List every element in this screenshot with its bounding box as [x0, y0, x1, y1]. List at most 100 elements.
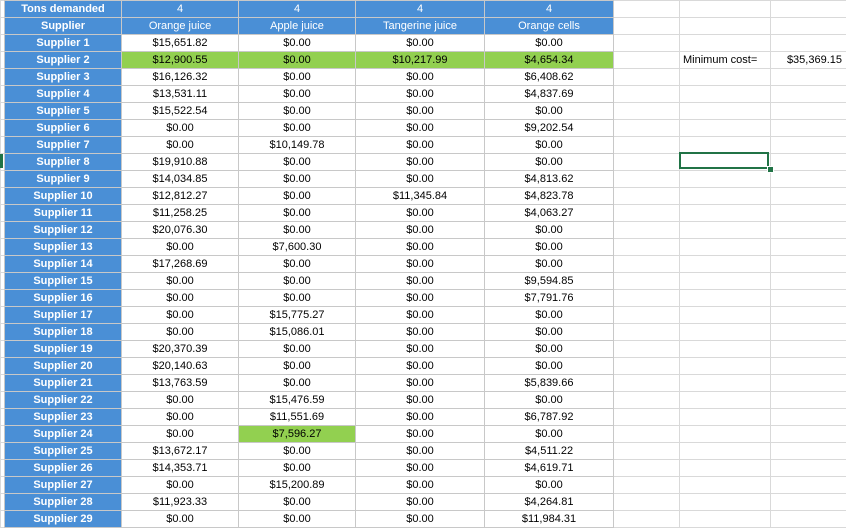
cost-cell[interactable]: $0.00 — [238, 374, 356, 392]
cost-cell[interactable]: $0.00 — [355, 221, 485, 239]
supplier-name-cell[interactable]: Supplier 12 — [4, 221, 122, 239]
cost-cell[interactable]: $0.00 — [238, 153, 356, 171]
cost-cell[interactable]: $0.00 — [484, 255, 614, 273]
cost-cell[interactable]: $0.00 — [121, 425, 239, 443]
tons-demanded-value[interactable]: 4 — [355, 0, 485, 18]
supplier-name-cell[interactable]: Supplier 8 — [4, 153, 122, 171]
cost-cell[interactable]: $15,522.54 — [121, 102, 239, 120]
supplier-name-cell[interactable]: Supplier 2 — [4, 51, 122, 69]
cost-cell[interactable]: $0.00 — [484, 357, 614, 375]
cost-cell[interactable]: $4,837.69 — [484, 85, 614, 103]
cost-cell[interactable]: $9,202.54 — [484, 119, 614, 137]
cost-cell[interactable]: $7,596.27 — [238, 425, 356, 443]
cost-cell[interactable]: $17,268.69 — [121, 255, 239, 273]
cost-cell[interactable]: $14,034.85 — [121, 170, 239, 188]
minimum-cost-value[interactable]: $35,369.15 — [772, 52, 842, 69]
supplier-name-cell[interactable]: Supplier 27 — [4, 476, 122, 494]
cost-cell[interactable]: $0.00 — [484, 391, 614, 409]
cost-cell[interactable]: $13,763.59 — [121, 374, 239, 392]
cost-cell[interactable]: $5,839.66 — [484, 374, 614, 392]
cost-cell[interactable]: $0.00 — [238, 170, 356, 188]
tons-demanded-value[interactable]: 4 — [484, 0, 614, 18]
supplier-name-cell[interactable]: Supplier 11 — [4, 204, 122, 222]
supplier-name-cell[interactable]: Supplier 28 — [4, 493, 122, 511]
cost-cell[interactable]: $12,812.27 — [121, 187, 239, 205]
supplier-name-cell[interactable]: Supplier 4 — [4, 85, 122, 103]
cost-cell[interactable]: $0.00 — [355, 170, 485, 188]
tons-demanded-label[interactable]: Tons demanded — [4, 0, 122, 18]
cost-cell[interactable]: $0.00 — [121, 391, 239, 409]
cost-cell[interactable]: $0.00 — [355, 153, 485, 171]
tons-demanded-value[interactable]: 4 — [238, 0, 356, 18]
cost-cell[interactable]: $0.00 — [238, 340, 356, 358]
cost-cell[interactable]: $0.00 — [484, 102, 614, 120]
cost-cell[interactable]: $0.00 — [121, 289, 239, 307]
cost-cell[interactable]: $12,900.55 — [121, 51, 239, 69]
cost-cell[interactable]: $4,264.81 — [484, 493, 614, 511]
cost-cell[interactable]: $0.00 — [355, 272, 485, 290]
tons-demanded-value[interactable]: 4 — [121, 0, 239, 18]
cost-cell[interactable]: $15,651.82 — [121, 34, 239, 52]
cost-cell[interactable]: $15,775.27 — [238, 306, 356, 324]
supplier-name-cell[interactable]: Supplier 16 — [4, 289, 122, 307]
supplier-name-cell[interactable]: Supplier 13 — [4, 238, 122, 256]
cost-cell[interactable]: $0.00 — [355, 476, 485, 494]
cost-cell[interactable]: $15,200.89 — [238, 476, 356, 494]
cost-cell[interactable]: $0.00 — [238, 221, 356, 239]
cost-cell[interactable]: $0.00 — [238, 187, 356, 205]
cost-cell[interactable]: $10,149.78 — [238, 136, 356, 154]
cost-cell[interactable]: $11,258.25 — [121, 204, 239, 222]
cost-cell[interactable]: $0.00 — [238, 255, 356, 273]
cost-cell[interactable]: $4,619.71 — [484, 459, 614, 477]
cost-cell[interactable]: $0.00 — [355, 442, 485, 460]
cost-cell[interactable]: $0.00 — [238, 272, 356, 290]
cost-cell[interactable]: $0.00 — [238, 51, 356, 69]
cost-cell[interactable]: $0.00 — [355, 204, 485, 222]
cost-cell[interactable]: $20,076.30 — [121, 221, 239, 239]
cost-cell[interactable]: $0.00 — [355, 493, 485, 511]
column-header-tangerine-juice[interactable]: Tangerine juice — [355, 17, 485, 35]
supplier-name-cell[interactable]: Supplier 17 — [4, 306, 122, 324]
cost-cell[interactable]: $0.00 — [355, 238, 485, 256]
cost-cell[interactable]: $0.00 — [238, 85, 356, 103]
supplier-name-cell[interactable]: Supplier 23 — [4, 408, 122, 426]
cost-cell[interactable]: $0.00 — [484, 136, 614, 154]
cost-cell[interactable]: $11,923.33 — [121, 493, 239, 511]
cost-cell[interactable]: $0.00 — [121, 408, 239, 426]
cost-cell[interactable]: $0.00 — [484, 238, 614, 256]
cost-cell[interactable]: $0.00 — [355, 68, 485, 86]
cost-cell[interactable]: $0.00 — [121, 136, 239, 154]
supplier-name-cell[interactable]: Supplier 25 — [4, 442, 122, 460]
cost-cell[interactable]: $0.00 — [355, 357, 485, 375]
cost-cell[interactable]: $0.00 — [355, 408, 485, 426]
cost-cell[interactable]: $0.00 — [484, 306, 614, 324]
supplier-name-cell[interactable]: Supplier 15 — [4, 272, 122, 290]
cost-cell[interactable]: $6,408.62 — [484, 68, 614, 86]
cost-cell[interactable]: $4,823.78 — [484, 187, 614, 205]
cost-cell[interactable]: $0.00 — [121, 476, 239, 494]
supplier-name-cell[interactable]: Supplier 5 — [4, 102, 122, 120]
cost-cell[interactable]: $0.00 — [238, 34, 356, 52]
cost-cell[interactable]: $0.00 — [484, 221, 614, 239]
cost-cell[interactable]: $9,594.85 — [484, 272, 614, 290]
cost-cell[interactable]: $0.00 — [238, 119, 356, 137]
supplier-name-cell[interactable]: Supplier 20 — [4, 357, 122, 375]
cost-cell[interactable]: $20,140.63 — [121, 357, 239, 375]
minimum-cost-label[interactable]: Minimum cost= — [683, 52, 769, 69]
cost-cell[interactable]: $11,345.84 — [355, 187, 485, 205]
cost-cell[interactable]: $0.00 — [355, 102, 485, 120]
cost-cell[interactable]: $7,791.76 — [484, 289, 614, 307]
cost-cell[interactable]: $13,672.17 — [121, 442, 239, 460]
cost-cell[interactable]: $0.00 — [121, 510, 239, 528]
cost-cell[interactable]: $4,813.62 — [484, 170, 614, 188]
cost-cell[interactable]: $0.00 — [355, 340, 485, 358]
cost-cell[interactable]: $0.00 — [355, 459, 485, 477]
column-header-orange-cells[interactable]: Orange cells — [484, 17, 614, 35]
cost-cell[interactable]: $0.00 — [355, 255, 485, 273]
cost-cell[interactable]: $0.00 — [355, 425, 485, 443]
cost-cell[interactable]: $0.00 — [238, 68, 356, 86]
cost-cell[interactable]: $0.00 — [484, 323, 614, 341]
cost-cell[interactable]: $4,063.27 — [484, 204, 614, 222]
supplier-name-cell[interactable]: Supplier 19 — [4, 340, 122, 358]
supplier-column-header[interactable]: Supplier — [4, 17, 122, 35]
